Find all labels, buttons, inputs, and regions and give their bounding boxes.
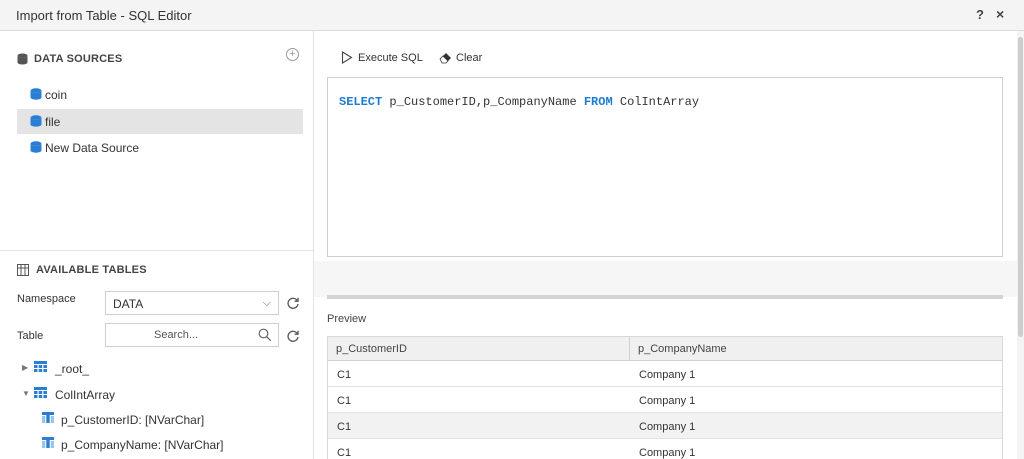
table-grid-icon: [17, 264, 29, 276]
tree-item-column-companyname[interactable]: p_CompanyName: [NVarChar]: [42, 434, 302, 456]
data-source-label: file: [45, 115, 61, 129]
preview-grid-header: p_CustomerID p_CompanyName: [328, 337, 1002, 361]
scrollbar-thumb[interactable]: [1018, 37, 1023, 337]
eraser-icon: [439, 53, 451, 64]
table-icon: [34, 361, 47, 372]
tree-item-column-customerid[interactable]: p_CustomerID: [NVarChar]: [42, 409, 302, 431]
database-icon: [30, 88, 42, 100]
search-icon[interactable]: [258, 328, 272, 342]
tree-item-colintarray[interactable]: ▼ ColIntArray: [22, 384, 302, 406]
execute-sql-button[interactable]: Execute SQL: [341, 51, 431, 67]
window-scrollbar[interactable]: [1017, 31, 1024, 459]
sql-editor[interactable]: SELECT p_CustomerID,p_CompanyName FROM C…: [327, 77, 1003, 257]
panel-divider: [0, 250, 314, 251]
splitter-handle[interactable]: [327, 295, 1003, 299]
table-search-field[interactable]: [105, 323, 279, 347]
cell-companyname: Company 1: [639, 447, 696, 459]
table-row[interactable]: C1 Company 1: [328, 361, 1002, 387]
help-button[interactable]: ?: [976, 7, 984, 22]
sql-table-name: ColIntArray: [612, 95, 700, 109]
tree-item-root[interactable]: ▶ _root_: [22, 358, 302, 380]
tree-item-label: ColIntArray: [55, 388, 116, 402]
table-search-input[interactable]: [106, 324, 246, 346]
column-icon: [42, 437, 54, 448]
database-icon: [30, 115, 42, 127]
table-icon: [34, 387, 47, 398]
cell-customerid: C1: [337, 395, 352, 407]
data-source-item-coin[interactable]: coin: [17, 82, 303, 107]
chevron-down-icon: ⌵: [262, 297, 271, 309]
database-icon: [30, 141, 42, 153]
column-icon: [42, 412, 54, 423]
close-button[interactable]: ×: [996, 6, 1004, 22]
cell-companyname: Company 1: [639, 421, 696, 433]
refresh-icon[interactable]: [286, 296, 300, 310]
column-header-customerid[interactable]: p_CustomerID: [328, 337, 628, 361]
tree-item-label: _root_: [55, 362, 90, 376]
collapse-triangle-icon[interactable]: ▼: [22, 389, 30, 398]
cell-companyname: Company 1: [639, 395, 696, 407]
tree-item-label: p_CompanyName: [NVarChar]: [61, 438, 224, 452]
sql-keyword-select: SELECT: [339, 95, 383, 109]
sql-keyword-from: FROM: [583, 95, 613, 109]
database-icon: [17, 53, 28, 65]
table-row[interactable]: C1 Company 1: [328, 413, 1002, 439]
editor-gutter: [314, 261, 1024, 297]
preview-grid: p_CustomerID p_CompanyName C1 Company 1 …: [327, 336, 1003, 459]
refresh-icon[interactable]: [286, 329, 300, 343]
cell-customerid: C1: [337, 447, 352, 459]
expand-triangle-icon[interactable]: ▶: [22, 363, 28, 372]
cell-companyname: Company 1: [639, 369, 696, 381]
clear-button[interactable]: Clear: [439, 51, 499, 67]
preview-label: Preview: [327, 313, 367, 325]
data-source-label: coin: [45, 88, 68, 102]
data-source-item-file[interactable]: file: [17, 109, 303, 134]
table-label: Table: [17, 330, 44, 342]
clear-label: Clear: [456, 52, 483, 64]
namespace-label: Namespace: [17, 293, 76, 305]
table-row[interactable]: C1 Company 1: [328, 439, 1002, 459]
dialog-title: Import from Table - SQL Editor: [16, 8, 192, 23]
table-row[interactable]: C1 Company 1: [328, 387, 1002, 413]
add-data-source-button[interactable]: +: [286, 48, 299, 61]
sql-columns: p_CustomerID,p_CompanyName: [382, 95, 584, 109]
column-header-companyname[interactable]: p_CompanyName: [629, 337, 1002, 361]
data-source-item-new[interactable]: New Data Source: [17, 135, 303, 160]
available-tables-title: AVAILABLE TABLES: [36, 264, 147, 276]
namespace-value: DATA: [113, 297, 144, 311]
right-panel: Execute SQL Clear SELECT p_CustomerID,p_…: [314, 31, 1024, 459]
execute-sql-label: Execute SQL: [358, 52, 423, 64]
data-sources-title: DATA SOURCES: [34, 53, 123, 65]
cell-customerid: C1: [337, 369, 352, 381]
data-source-label: New Data Source: [45, 141, 140, 155]
sql-code-line: SELECT p_CustomerID,p_CompanyName FROM C…: [339, 95, 699, 109]
cell-customerid: C1: [337, 421, 352, 433]
play-icon: [341, 51, 353, 64]
data-sources-header: DATA SOURCES: [17, 53, 217, 67]
tree-item-label: p_CustomerID: [NVarChar]: [61, 413, 205, 427]
available-tables-header: AVAILABLE TABLES: [17, 264, 217, 278]
dialog-titlebar: Import from Table - SQL Editor ? ×: [0, 0, 1024, 31]
namespace-select[interactable]: DATA ⌵: [105, 291, 279, 315]
left-panel: DATA SOURCES + coin file New Data Source…: [0, 31, 314, 459]
